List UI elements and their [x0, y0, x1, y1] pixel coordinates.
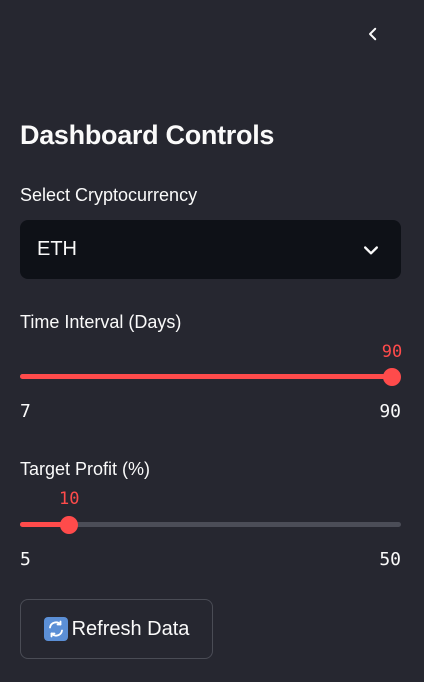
time-interval-label: Time Interval (Days): [20, 312, 182, 332]
time-interval-slider[interactable]: [20, 367, 401, 387]
chevron-down-icon: [364, 245, 378, 254]
target-profit-value: 10: [59, 489, 80, 509]
slider-thumb[interactable]: [60, 516, 79, 534]
slider-thumb[interactable]: [383, 368, 401, 386]
sidebar-heading: Dashboard Controls: [20, 120, 275, 150]
time-interval-max: 90: [379, 401, 401, 422]
refresh-data-label: Refresh Data: [71, 617, 190, 640]
crypto-select[interactable]: ETH: [20, 220, 401, 279]
target-profit-slider[interactable]: [20, 515, 401, 535]
collapse-sidebar-button[interactable]: [356, 18, 390, 50]
sidebar: Dashboard Controls Select Cryptocurrency…: [0, 0, 424, 682]
target-profit-max: 50: [379, 549, 401, 570]
refresh-data-button[interactable]: Refresh Data: [20, 599, 213, 659]
refresh-icon: [43, 617, 68, 641]
crypto-select-value: ETH: [37, 238, 77, 260]
time-interval-value: 90: [381, 342, 403, 362]
chevron-left-icon: [369, 27, 377, 41]
target-profit-label: Target Profit (%): [20, 459, 151, 479]
time-interval-min: 7: [20, 401, 31, 422]
target-profit-min: 5: [20, 549, 31, 570]
slider-fill: [20, 374, 392, 379]
crypto-select-label: Select Cryptocurrency: [20, 185, 198, 205]
